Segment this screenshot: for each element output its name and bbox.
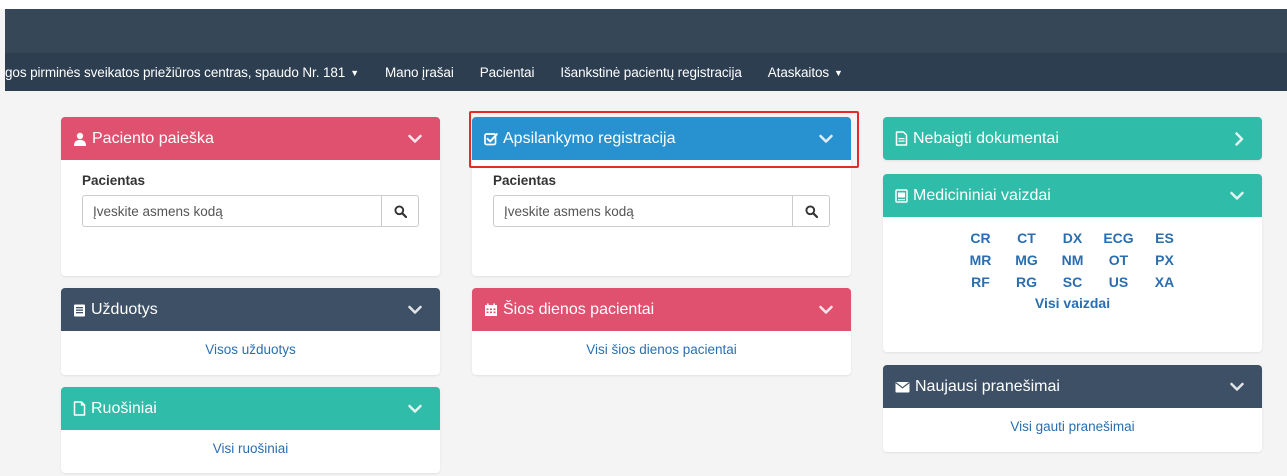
chevron-right-icon[interactable] bbox=[1234, 131, 1244, 146]
modality-link[interactable]: ES bbox=[1142, 227, 1188, 249]
main-navbar: gos pirminės sveikatos priežiūros centra… bbox=[5, 53, 1287, 91]
visit-registration-panel: Apsilankymo registracija Pacientas bbox=[472, 117, 851, 276]
modality-link[interactable]: XA bbox=[1142, 271, 1188, 293]
modality-grid: CR CT DX ECG ES MR MG NM OT PX RF RG SC … bbox=[883, 217, 1262, 293]
modality-link[interactable]: SC bbox=[1050, 271, 1096, 293]
search-icon bbox=[804, 204, 818, 218]
tasks-panel: Užduotys Visos užduotys bbox=[61, 288, 440, 375]
modality-link[interactable]: RG bbox=[1004, 271, 1050, 293]
unfinished-docs-header[interactable]: Nebaigti dokumentai bbox=[883, 117, 1262, 160]
nav-organization-label: gos pirminės sveikatos priežiūros centra… bbox=[5, 64, 346, 80]
document-icon bbox=[895, 131, 908, 146]
modality-link[interactable]: OT bbox=[1096, 249, 1142, 271]
all-drafts-link[interactable]: Visi ruošiniai bbox=[213, 441, 289, 456]
clipboard-icon bbox=[74, 304, 85, 316]
user-icon bbox=[74, 132, 86, 146]
drafts-title: Ruošiniai bbox=[91, 399, 157, 417]
medical-images-panel: Medicininiai vaizdai CR CT DX ECG ES MR … bbox=[883, 174, 1262, 352]
visit-patient-label: Pacientas bbox=[493, 173, 557, 188]
tasks-title: Užduotys bbox=[91, 300, 158, 318]
modality-link[interactable]: DX bbox=[1050, 227, 1096, 249]
chevron-down-icon[interactable] bbox=[1230, 382, 1244, 392]
nav-organization-dropdown[interactable]: gos pirminės sveikatos priežiūros centra… bbox=[5, 65, 372, 80]
medical-images-header[interactable]: Medicininiai vaizdai bbox=[883, 174, 1262, 217]
drafts-header[interactable]: Ruošiniai bbox=[61, 387, 440, 430]
search-icon bbox=[393, 204, 407, 218]
modality-link[interactable]: US bbox=[1096, 271, 1142, 293]
unfinished-docs-panel: Nebaigti dokumentai bbox=[883, 117, 1262, 160]
chevron-down-icon[interactable] bbox=[819, 305, 833, 315]
patient-search-button[interactable] bbox=[381, 195, 419, 227]
messages-header[interactable]: Naujausi pranešimai bbox=[883, 365, 1262, 408]
messages-panel: Naujausi pranešimai Visi gauti pranešima… bbox=[883, 365, 1262, 452]
messages-title: Naujausi pranešimai bbox=[915, 377, 1060, 395]
tasks-header[interactable]: Užduotys bbox=[61, 288, 440, 331]
calendar-icon bbox=[485, 303, 497, 316]
patient-label: Pacientas bbox=[82, 173, 146, 188]
drafts-panel: Ruošiniai Visi ruošiniai bbox=[61, 387, 440, 473]
patient-search-input[interactable] bbox=[82, 195, 381, 227]
nav-reports-dropdown[interactable]: Ataskaitos ▼ bbox=[755, 65, 856, 80]
nav-my-records[interactable]: Mano įrašai bbox=[372, 65, 467, 80]
modality-link[interactable]: NM bbox=[1050, 249, 1096, 271]
app-header bbox=[5, 9, 1287, 53]
today-patients-panel: Šios dienos pacientai Visi šios dienos p… bbox=[472, 288, 851, 375]
envelope-icon bbox=[895, 381, 910, 392]
modality-link[interactable]: CR bbox=[958, 227, 1004, 249]
nav-reports-label: Ataskaitos bbox=[767, 64, 830, 80]
modality-link[interactable]: MR bbox=[958, 249, 1004, 271]
nav-patients[interactable]: Pacientai bbox=[467, 65, 548, 80]
chevron-down-icon[interactable] bbox=[408, 404, 422, 414]
patient-search-group bbox=[82, 195, 419, 227]
chevron-down-icon[interactable] bbox=[408, 134, 422, 144]
all-today-patients-link[interactable]: Visi šios dienos pacientai bbox=[586, 342, 737, 357]
chevron-down-icon[interactable] bbox=[1230, 191, 1244, 201]
image-file-icon bbox=[895, 188, 908, 203]
patient-search-title: Paciento paieška bbox=[92, 129, 214, 147]
chevron-down-icon[interactable] bbox=[408, 305, 422, 315]
all-messages-link[interactable]: Visi gauti pranešimai bbox=[1010, 419, 1134, 434]
modality-link[interactable]: ECG bbox=[1096, 227, 1142, 249]
all-images-link[interactable]: Visi vaizdai bbox=[883, 293, 1262, 313]
modality-link[interactable]: PX bbox=[1142, 249, 1188, 271]
chevron-down-icon[interactable] bbox=[819, 134, 833, 144]
top-strip bbox=[0, 0, 1287, 9]
modality-link[interactable]: MG bbox=[1004, 249, 1050, 271]
unfinished-docs-title: Nebaigti dokumentai bbox=[913, 129, 1059, 147]
all-tasks-link[interactable]: Visos užduotys bbox=[205, 342, 296, 357]
caret-down-icon: ▼ bbox=[834, 67, 843, 78]
today-patients-header[interactable]: Šios dienos pacientai bbox=[472, 288, 851, 331]
nav-advance-registration[interactable]: Išankstinė pacientų registracija bbox=[547, 65, 754, 80]
file-icon bbox=[73, 401, 86, 416]
visit-registration-header[interactable]: Apsilankymo registracija bbox=[472, 117, 851, 160]
visit-patient-input[interactable] bbox=[493, 195, 792, 227]
visit-search-button[interactable] bbox=[792, 195, 830, 227]
modality-link[interactable]: RF bbox=[958, 271, 1004, 293]
caret-down-icon: ▼ bbox=[350, 67, 360, 78]
checkbox-icon bbox=[484, 132, 498, 145]
patient-search-header[interactable]: Paciento paieška bbox=[61, 117, 440, 160]
modality-link[interactable]: CT bbox=[1004, 227, 1050, 249]
today-patients-title: Šios dienos pacientai bbox=[503, 300, 655, 318]
visit-registration-title: Apsilankymo registracija bbox=[503, 129, 676, 147]
patient-search-panel: Paciento paieška Pacientas bbox=[61, 117, 440, 276]
visit-search-group bbox=[493, 195, 830, 227]
medical-images-title: Medicininiai vaizdai bbox=[913, 186, 1051, 204]
